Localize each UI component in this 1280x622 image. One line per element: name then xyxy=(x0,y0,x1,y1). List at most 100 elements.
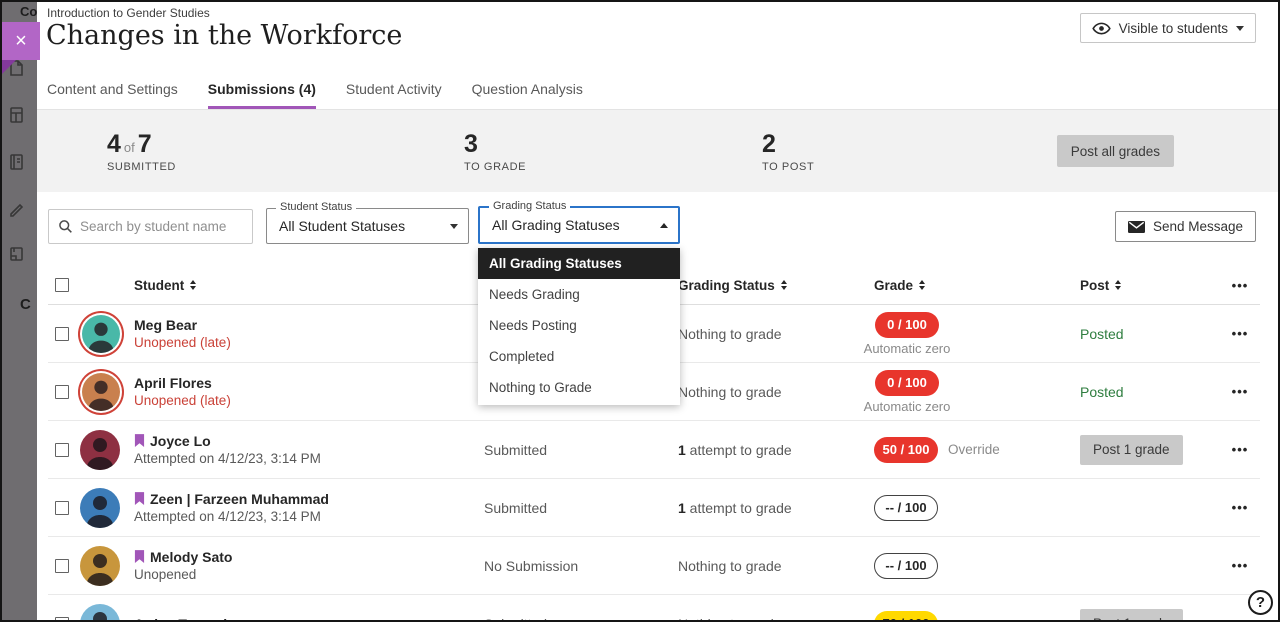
table-options-menu[interactable]: ••• xyxy=(1220,278,1260,293)
stat-to-post: 2 TO POST xyxy=(762,130,814,173)
row-checkbox[interactable] xyxy=(55,327,69,341)
avatar[interactable] xyxy=(80,604,120,622)
column-header-grade[interactable]: Grade xyxy=(874,278,1074,293)
student-name[interactable]: Joyce Lo xyxy=(134,433,484,449)
close-button-fold xyxy=(2,60,16,74)
eye-icon xyxy=(1092,22,1111,35)
student-status-label: Student Status xyxy=(276,201,356,213)
visibility-label: Visible to students xyxy=(1119,21,1228,36)
table-row: Zeen | Farzeen MuhammadAttempted on 4/12… xyxy=(48,479,1260,537)
submission-status: No Submission xyxy=(484,558,678,574)
table-row: Arden Tuomala Submitted Nothing to grade… xyxy=(48,595,1260,622)
grade-pill[interactable]: 50 / 100 xyxy=(874,437,938,463)
gradebook-icon[interactable] xyxy=(7,245,25,263)
calculator-icon[interactable] xyxy=(7,106,25,124)
left-panel-edge: Co C xyxy=(2,2,37,620)
student-search xyxy=(48,209,253,244)
row-options-menu[interactable]: ••• xyxy=(1220,384,1260,399)
page-header: Introduction to Gender Studies Changes i… xyxy=(37,2,1278,70)
bookmark-flag-icon[interactable] xyxy=(134,434,145,448)
grade-note: Automatic zero xyxy=(864,399,951,414)
student-status-note: Unopened xyxy=(134,567,484,582)
row-checkbox[interactable] xyxy=(55,443,69,457)
row-checkbox[interactable] xyxy=(55,385,69,399)
student-name[interactable]: Zeen | Farzeen Muhammad xyxy=(134,491,484,507)
student-status-value: All Student Statuses xyxy=(279,218,405,234)
row-options-menu[interactable]: ••• xyxy=(1220,442,1260,457)
row-options-menu[interactable]: ••• xyxy=(1220,326,1260,341)
grading-status: 1 attempt to grade xyxy=(678,442,874,458)
student-name[interactable]: Melody Sato xyxy=(134,549,484,565)
grade-pill[interactable]: 0 / 100 xyxy=(875,312,939,338)
column-header-grading-status[interactable]: Grading Status xyxy=(678,278,874,293)
pencil-icon[interactable] xyxy=(7,200,25,218)
row-checkbox[interactable] xyxy=(55,559,69,573)
row-checkbox[interactable] xyxy=(55,617,69,622)
avatar[interactable] xyxy=(80,430,120,470)
post-all-grades-button[interactable]: Post all grades xyxy=(1057,135,1174,167)
grade-pill[interactable]: 70 / 100 xyxy=(874,611,938,622)
sort-icon xyxy=(1115,280,1121,290)
row-options-menu[interactable]: ••• xyxy=(1220,616,1260,622)
bookmark-flag-icon[interactable] xyxy=(134,492,145,506)
grade-pill[interactable]: -- / 100 xyxy=(874,553,938,579)
send-message-label: Send Message xyxy=(1153,219,1243,234)
chevron-down-icon xyxy=(1236,26,1244,31)
student-status-select[interactable]: Student Status All Student Statuses xyxy=(266,208,469,244)
post-status: Posted xyxy=(1074,384,1220,400)
student-name[interactable]: April Flores xyxy=(134,375,484,391)
to-post-count: 2 xyxy=(762,130,814,159)
post-grade-button[interactable]: Post 1 grade xyxy=(1080,609,1183,622)
submitted-count: 4 xyxy=(107,130,121,158)
submitted-label: SUBMITTED xyxy=(107,161,176,173)
grading-status: Nothing to grade xyxy=(678,558,874,574)
column-header-student[interactable]: Student xyxy=(128,278,484,293)
grading-status: Nothing to grade xyxy=(678,616,874,622)
student-name[interactable]: Arden Tuomala xyxy=(134,616,484,622)
close-panel-button[interactable]: × xyxy=(2,22,40,60)
row-options-menu[interactable]: ••• xyxy=(1220,558,1260,573)
avatar[interactable] xyxy=(80,488,120,528)
submission-status: Submitted xyxy=(484,442,678,458)
dropdown-item-all-grading-statuses[interactable]: All Grading Statuses xyxy=(478,248,680,279)
tab-submissions[interactable]: Submissions (4) xyxy=(208,70,316,109)
sort-icon xyxy=(781,280,787,290)
sort-icon xyxy=(919,280,925,290)
table-row: Melody Sato Unopened No Submission Nothin… xyxy=(48,537,1260,595)
tab-content-and-settings[interactable]: Content and Settings xyxy=(47,70,178,109)
submission-status: Submitted xyxy=(484,500,678,516)
student-name[interactable]: Meg Bear xyxy=(134,317,484,333)
column-header-post[interactable]: Post xyxy=(1074,278,1220,293)
breadcrumb: Introduction to Gender Studies xyxy=(47,6,210,20)
help-icon[interactable]: ? xyxy=(1248,590,1273,615)
select-all-checkbox[interactable] xyxy=(55,278,69,292)
submission-stats-band: 4of7 SUBMITTED 3 TO GRADE 2 TO POST Post… xyxy=(37,110,1278,192)
tab-bar: Content and Settings Submissions (4) Stu… xyxy=(37,70,1278,110)
grade-pill[interactable]: -- / 100 xyxy=(874,495,938,521)
post-grade-button[interactable]: Post 1 grade xyxy=(1080,435,1183,465)
search-icon xyxy=(58,219,73,234)
row-checkbox[interactable] xyxy=(55,501,69,515)
search-input[interactable] xyxy=(80,219,243,234)
notebook-icon[interactable] xyxy=(7,153,25,171)
tab-question-analysis[interactable]: Question Analysis xyxy=(472,70,583,109)
grading-status-select[interactable]: Grading Status All Grading Statuses xyxy=(478,206,680,244)
row-options-menu[interactable]: ••• xyxy=(1220,500,1260,515)
tab-student-activity[interactable]: Student Activity xyxy=(346,70,442,109)
avatar[interactable] xyxy=(82,373,120,411)
dropdown-item-needs-posting[interactable]: Needs Posting xyxy=(478,310,680,341)
dropdown-item-completed[interactable]: Completed xyxy=(478,341,680,372)
submitted-of: of xyxy=(121,140,138,155)
avatar[interactable] xyxy=(82,315,120,353)
grade-pill[interactable]: 0 / 100 xyxy=(875,370,939,396)
visibility-dropdown-button[interactable]: Visible to students xyxy=(1080,13,1256,43)
post-status: Posted xyxy=(1074,326,1220,342)
app-window: Co C × Introduction to Gender Studies Ch… xyxy=(0,0,1280,622)
submission-status: Submitted xyxy=(484,616,678,622)
send-message-button[interactable]: Send Message xyxy=(1115,211,1256,242)
bookmark-flag-icon[interactable] xyxy=(134,550,145,564)
avatar[interactable] xyxy=(80,546,120,586)
dropdown-item-needs-grading[interactable]: Needs Grading xyxy=(478,279,680,310)
page-title: Changes in the Workforce xyxy=(46,20,402,51)
dropdown-item-nothing-to-grade[interactable]: Nothing to Grade xyxy=(478,372,680,403)
